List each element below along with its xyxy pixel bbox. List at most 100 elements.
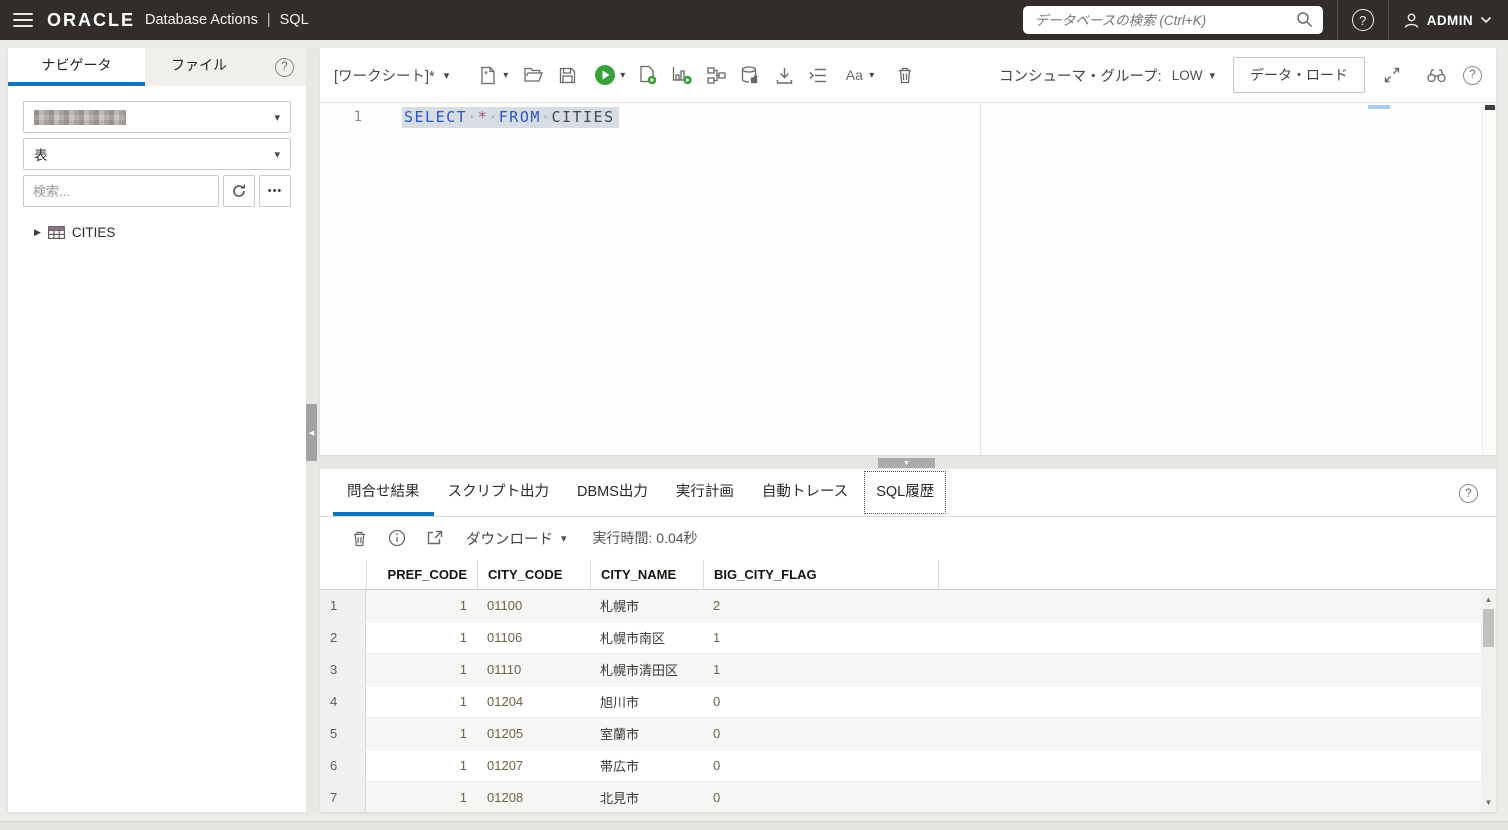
caret-down-icon[interactable]: ▾ [503, 70, 508, 81]
pref-code-cell[interactable]: 1 [366, 718, 477, 749]
tab-dbms-output[interactable]: DBMS出力 [563, 469, 662, 516]
tab-explain-plan[interactable]: 実行計画 [662, 469, 748, 516]
row-number-cell[interactable]: 7 [320, 782, 366, 812]
row-number-cell[interactable]: 1 [320, 590, 366, 621]
tab-sql-history[interactable]: SQL履歴 [862, 469, 948, 516]
run-statement-button[interactable] [588, 58, 622, 92]
city-code-cell[interactable]: 01205 [477, 718, 590, 749]
pref-code-cell[interactable]: 1 [366, 686, 477, 717]
table-row[interactable]: 5 1 01205 室蘭市 0 [320, 718, 1496, 750]
find-button[interactable] [1419, 58, 1453, 92]
column-header-city-name[interactable]: CITY_NAME [590, 560, 703, 589]
city-name-cell[interactable]: 札幌市 [590, 590, 703, 621]
caret-down-icon[interactable]: ▾ [620, 70, 625, 81]
splitter-handle[interactable]: ▼ [878, 458, 935, 468]
sql-editor[interactable]: 1 SELECT·*·FROM·CITIES [320, 103, 1496, 455]
explain-plan-button[interactable] [665, 58, 699, 92]
pref-code-cell[interactable]: 1 [366, 590, 477, 621]
refresh-button[interactable] [223, 175, 255, 207]
data-load-button[interactable]: データ・ロード [1233, 57, 1365, 93]
download-editor-button[interactable] [767, 58, 801, 92]
big-city-flag-cell[interactable]: 0 [703, 686, 938, 717]
city-name-cell[interactable]: 札幌市南区 [590, 622, 703, 653]
grid-scrollbar-thumb[interactable] [1483, 609, 1494, 647]
tree-item-cities[interactable]: ▶ CITIES [34, 225, 291, 240]
download-results-select[interactable]: ダウンロード ▾ [466, 528, 567, 549]
big-city-flag-cell[interactable]: 0 [703, 750, 938, 781]
grid-scrollbar[interactable]: ▲ ▼ [1481, 590, 1496, 812]
city-code-cell[interactable]: 01207 [477, 750, 590, 781]
clear-worksheet-button[interactable] [888, 58, 922, 92]
hamburger-menu-icon[interactable] [13, 13, 33, 27]
city-code-cell[interactable]: 01208 [477, 782, 590, 812]
open-file-button[interactable] [516, 58, 550, 92]
pref-code-cell[interactable]: 1 [366, 750, 477, 781]
sidebar-help-icon[interactable]: ? [275, 57, 294, 77]
expand-button[interactable] [1375, 58, 1409, 92]
run-script-button[interactable] [631, 58, 665, 92]
consumer-group-select[interactable]: LOW ▾ [1172, 68, 1215, 83]
tree-expand-icon[interactable]: ▶ [34, 227, 41, 238]
scroll-down-icon[interactable]: ▼ [1481, 795, 1496, 809]
city-code-cell[interactable]: 01100 [477, 590, 590, 621]
autotrace-button[interactable] [699, 58, 733, 92]
table-row[interactable]: 3 1 01110 札幌市清田区 1 [320, 654, 1496, 686]
big-city-flag-cell[interactable]: 0 [703, 718, 938, 749]
big-city-flag-cell[interactable]: 0 [703, 782, 938, 812]
row-number-cell[interactable]: 2 [320, 622, 366, 653]
table-row[interactable]: 6 1 01207 帯広市 0 [320, 750, 1496, 782]
save-button[interactable] [550, 58, 584, 92]
results-help-icon[interactable]: ? [1459, 484, 1478, 503]
tab-files[interactable]: ファイル [145, 48, 253, 86]
sidebar-splitter-handle[interactable]: ◀ [306, 404, 317, 461]
row-number-cell[interactable]: 6 [320, 750, 366, 781]
city-name-cell[interactable]: 北見市 [590, 782, 703, 812]
scroll-up-icon[interactable]: ▲ [1481, 592, 1496, 606]
big-city-flag-cell[interactable]: 1 [703, 622, 938, 653]
city-code-cell[interactable]: 01106 [477, 622, 590, 653]
object-type-select[interactable]: 表 ▾ [23, 138, 291, 170]
caret-down-icon[interactable]: ▾ [869, 70, 874, 81]
table-row[interactable]: 1 1 01100 札幌市 2 [320, 590, 1496, 622]
more-options-button[interactable]: ••• [259, 175, 291, 207]
pref-code-cell[interactable]: 1 [366, 654, 477, 685]
city-code-cell[interactable]: 01110 [477, 654, 590, 685]
editor-scrollbar-thumb[interactable] [1485, 105, 1495, 110]
tab-script-output[interactable]: スクリプト出力 [434, 469, 564, 516]
new-worksheet-button[interactable]: * [471, 58, 505, 92]
city-name-cell[interactable]: 帯広市 [590, 750, 703, 781]
tab-navigator[interactable]: ナビゲータ [8, 48, 145, 86]
open-in-new-button[interactable] [418, 521, 452, 555]
help-icon[interactable]: ? [1351, 9, 1374, 31]
row-number-cell[interactable]: 5 [320, 718, 366, 749]
column-header-pref-code[interactable]: PREF_CODE [366, 560, 477, 589]
format-button[interactable] [801, 58, 835, 92]
big-city-flag-cell[interactable]: 1 [703, 654, 938, 685]
city-name-cell[interactable]: 札幌市清田区 [590, 654, 703, 685]
editor-scrollbar[interactable] [1482, 103, 1496, 455]
database-search-input[interactable] [1022, 6, 1323, 34]
schema-select[interactable]: ▾ [23, 101, 291, 133]
worksheet-help-icon[interactable]: ? [1463, 65, 1482, 85]
text-case-button[interactable]: Aa [837, 58, 871, 92]
big-city-flag-cell[interactable]: 2 [703, 590, 938, 621]
tab-autotrace[interactable]: 自動トレース [748, 469, 862, 516]
clear-results-button[interactable] [342, 521, 376, 555]
pref-code-cell[interactable]: 1 [366, 782, 477, 812]
column-header-big-city-flag[interactable]: BIG_CITY_FLAG [703, 560, 938, 589]
table-row[interactable]: 2 1 01106 札幌市南区 1 [320, 622, 1496, 654]
city-name-cell[interactable]: 旭川市 [590, 686, 703, 717]
city-name-cell[interactable]: 室蘭市 [590, 718, 703, 749]
sql-history-db-button[interactable] [733, 58, 767, 92]
tab-query-result[interactable]: 問合せ結果 [333, 469, 434, 516]
worksheet-selector[interactable]: [ワークシート]* ▾ [334, 65, 449, 86]
table-row[interactable]: 4 1 01204 旭川市 0 [320, 686, 1496, 718]
user-menu[interactable]: ADMIN [1389, 12, 1508, 29]
sql-statement[interactable]: SELECT·*·FROM·CITIES [402, 107, 619, 128]
city-code-cell[interactable]: 01204 [477, 686, 590, 717]
table-row[interactable]: 7 1 01208 北見市 0 [320, 782, 1496, 812]
row-number-cell[interactable]: 4 [320, 686, 366, 717]
row-number-cell[interactable]: 3 [320, 654, 366, 685]
pref-code-cell[interactable]: 1 [366, 622, 477, 653]
row-number-header[interactable] [320, 560, 366, 589]
